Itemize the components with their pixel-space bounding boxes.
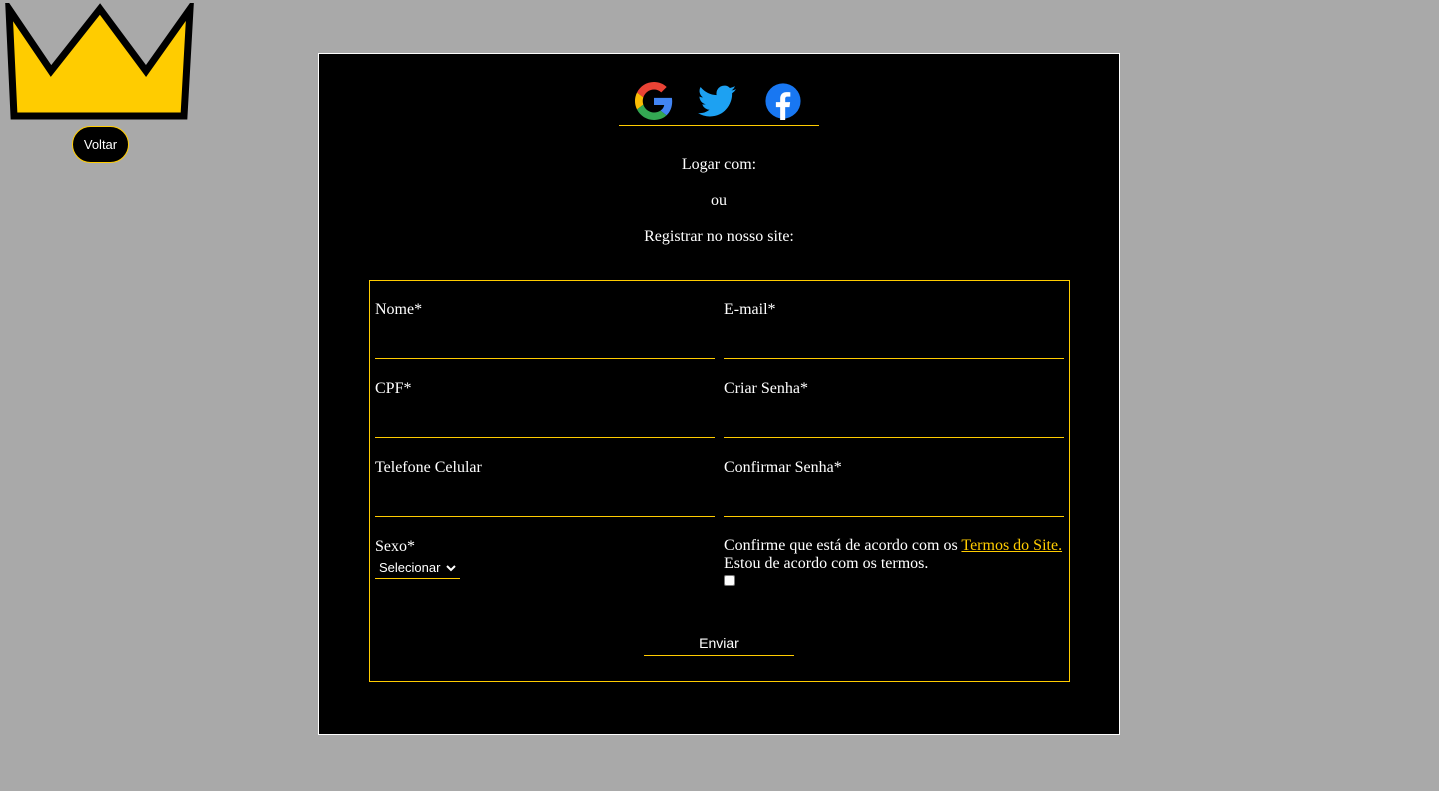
name-label: Nome*	[375, 301, 423, 318]
social-login-bar	[619, 80, 819, 126]
terms-agree-text: Estou de acordo com os termos.	[724, 555, 929, 572]
phone-label: Telefone Celular	[375, 459, 482, 476]
name-input[interactable]	[375, 329, 715, 359]
sex-select[interactable]: Selecionar	[375, 559, 460, 579]
login-with-text: Logar com:	[681, 156, 757, 173]
email-label: E-mail*	[724, 301, 776, 318]
registration-form: Nome* E-mail* CPF* Criar Senha* Telefone…	[369, 280, 1070, 682]
terms-link[interactable]: Termos do Site.	[961, 537, 1062, 554]
submit-button[interactable]: Enviar	[644, 633, 794, 656]
email-input[interactable]	[724, 329, 1064, 359]
password-label: Criar Senha*	[724, 380, 808, 397]
facebook-icon[interactable]	[764, 82, 802, 120]
terms-prefix: Confirme que está de acordo com os	[724, 537, 958, 554]
confirm-password-label: Confirmar Senha*	[724, 459, 842, 476]
crown-icon	[5, 3, 194, 120]
back-button[interactable]: Voltar	[72, 126, 129, 163]
google-icon[interactable]	[635, 82, 673, 120]
confirm-password-input[interactable]	[724, 487, 1064, 517]
register-text: Registrar no nosso site:	[644, 228, 794, 245]
phone-input[interactable]	[375, 487, 715, 517]
sex-select-value: Selecionar	[379, 560, 441, 575]
chevron-down-icon	[446, 565, 456, 572]
terms-checkbox[interactable]	[724, 575, 735, 586]
cpf-input[interactable]	[375, 408, 715, 438]
or-text: ou	[711, 192, 727, 209]
terms-text: Confirme que está de acordo com os Termo…	[724, 537, 1069, 573]
password-input[interactable]	[724, 408, 1064, 438]
sex-label: Sexo*	[375, 538, 415, 555]
cpf-label: CPF*	[375, 380, 412, 397]
twitter-icon[interactable]	[698, 82, 736, 120]
registration-panel: Logar com: ou Registrar no nosso site: N…	[318, 53, 1120, 735]
